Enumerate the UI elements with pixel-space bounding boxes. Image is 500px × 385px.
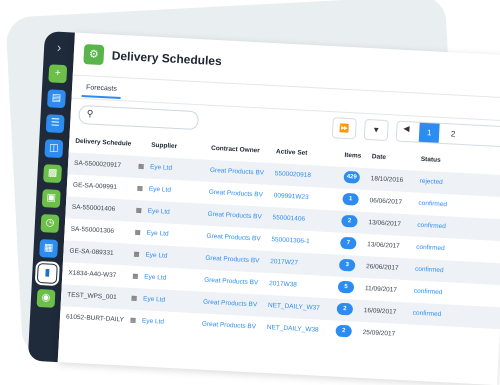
- document-icon: ▦: [134, 228, 141, 237]
- supplier-link[interactable]: Eye Ltd: [147, 201, 200, 226]
- supplier-link[interactable]: Eye Ltd: [145, 245, 198, 270]
- date-value: 16/09/2017: [363, 307, 397, 316]
- items-badge: 429: [343, 171, 361, 184]
- delivery-schedules-icon: ⚙: [83, 44, 105, 66]
- search-input[interactable]: [97, 108, 192, 128]
- chevron-right-icon[interactable]: ›: [44, 39, 75, 59]
- app-window: › + ▤ ☰ ◫ ▩ ▣ ◷ ▦ ▮ ◉ ⚙ Delivery Schedul…: [27, 31, 500, 385]
- document-icon: ▦: [135, 206, 143, 215]
- document-icon: ▦: [130, 294, 138, 303]
- column-header-status[interactable]: Status: [420, 149, 473, 174]
- chevron-left-icon[interactable]: ◀: [403, 124, 410, 133]
- date-value: 18/10/2016: [370, 175, 404, 184]
- main-panel: ⚙ Delivery Schedules Forecasts ⚲ ⏩ ▼ ◀ 1…: [57, 32, 500, 385]
- tab-forecasts[interactable]: Forecasts: [81, 77, 122, 100]
- column-header-supplier[interactable]: Supplier: [151, 135, 204, 160]
- supplier-link[interactable]: Eye Ltd: [143, 289, 196, 314]
- status-value: confirmed: [418, 199, 448, 209]
- status-value: [411, 325, 464, 350]
- status-value: confirmed: [414, 265, 444, 275]
- supplier-link[interactable]: Eye Ltd: [148, 179, 201, 204]
- pagination: ◀ 1 2: [395, 120, 500, 148]
- date-value: 06/06/2017: [369, 197, 403, 206]
- clock-icon[interactable]: ◷: [40, 214, 60, 233]
- schedule-id: 61052-BURT-DAILY: [65, 313, 125, 324]
- table-body: SA-5500020917 ▦ Eye Ltd Great Products B…: [59, 152, 500, 352]
- items-badge: 5: [337, 280, 355, 294]
- items-badge: 2: [335, 324, 352, 338]
- search-box[interactable]: ⚲: [78, 104, 200, 131]
- document-icon: ▦: [129, 316, 137, 325]
- inbox-icon[interactable]: ▤: [47, 89, 66, 109]
- date-value: 25/09/2017: [362, 329, 396, 338]
- active-set-link[interactable]: NET_DAILY_W38: [266, 317, 333, 342]
- status-value: confirmed: [413, 287, 443, 297]
- document-icon: ▦: [133, 250, 140, 259]
- warehouse-icon[interactable]: ▣: [41, 189, 61, 209]
- column-header-date[interactable]: Date: [371, 146, 416, 170]
- items-badge: 3: [338, 259, 356, 272]
- status-value: confirmed: [412, 309, 442, 319]
- document-icon[interactable]: ▮: [34, 260, 60, 287]
- fast-forward-icon[interactable]: ⏩: [331, 117, 357, 140]
- globe-icon[interactable]: ◉: [36, 288, 56, 308]
- items-badge: 1: [342, 193, 359, 206]
- page-button-next[interactable]: 2: [443, 124, 464, 144]
- document-icon: ▦: [132, 272, 139, 281]
- status-value: confirmed: [416, 243, 445, 253]
- date-value: 13/06/2017: [368, 219, 402, 228]
- column-header-items[interactable]: Items: [340, 145, 365, 168]
- owner-link[interactable]: Great Products BV: [201, 314, 266, 339]
- items-badge: 7: [339, 237, 357, 250]
- supplier-link[interactable]: Eye Ltd: [144, 267, 197, 292]
- delivery-icon[interactable]: ▩: [43, 164, 63, 184]
- building-icon[interactable]: ▦: [39, 239, 59, 258]
- items-badge: 2: [341, 215, 358, 228]
- date-value: 26/06/2017: [365, 263, 399, 272]
- clipboard-icon[interactable]: ☰: [45, 114, 65, 134]
- cart-icon[interactable]: ◫: [44, 139, 64, 159]
- document-icon: ▦: [137, 163, 145, 171]
- items-badge: 2: [336, 302, 354, 316]
- document-icon: ▦: [136, 185, 144, 193]
- add-icon[interactable]: +: [48, 64, 68, 84]
- filter-icon[interactable]: ▼: [363, 118, 389, 142]
- status-value: rejected: [419, 177, 443, 187]
- supplier-link[interactable]: Eye Ltd: [146, 223, 199, 248]
- page-button-current[interactable]: 1: [418, 122, 440, 143]
- search-icon: ⚲: [86, 108, 94, 119]
- supplier-link[interactable]: Eye Ltd: [141, 310, 194, 335]
- date-value: 11/09/2017: [364, 285, 398, 294]
- supplier-link[interactable]: Eye Ltd: [149, 157, 202, 182]
- status-value: confirmed: [417, 221, 447, 231]
- page-title: Delivery Schedules: [111, 48, 223, 69]
- date-value: 13/06/2017: [367, 241, 400, 250]
